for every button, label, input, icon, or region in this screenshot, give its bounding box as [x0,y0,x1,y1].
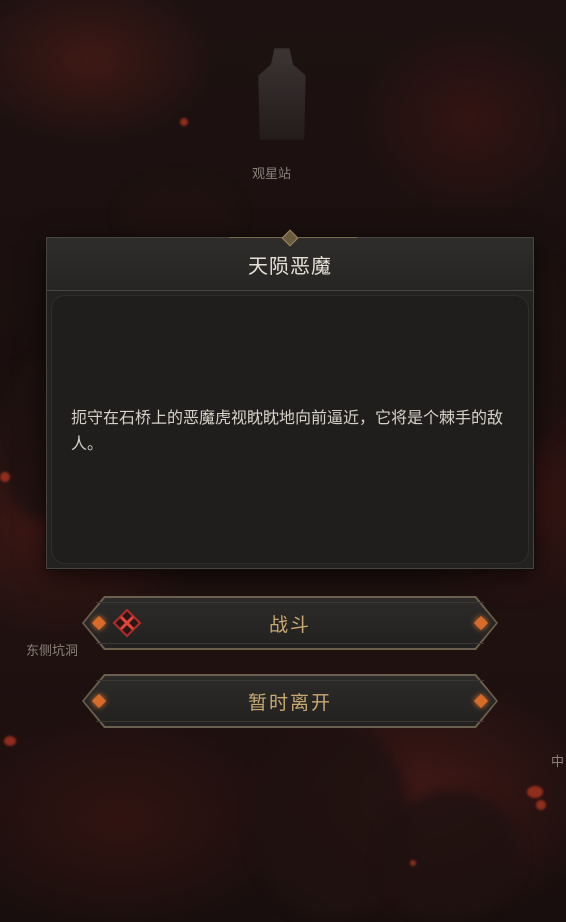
map-label-east-cave[interactable]: 东侧坑洞 [26,640,78,659]
header-ornament-line-left [229,237,289,238]
fight-button[interactable]: 战斗 [82,596,498,650]
header-ornament-line-right [297,237,357,238]
dialog-title: 天陨恶魔 [248,253,332,278]
fight-button-label: 战斗 [268,613,311,636]
leave-button[interactable]: 暂时离开 [82,674,498,728]
leave-button-label: 暂时离开 [247,691,332,714]
map-label-partial[interactable]: 中 [551,751,564,770]
dialog-header: 天陨恶魔 [47,229,533,291]
dialog-description: 扼守在石桥上的恶魔虎视眈眈地向前逼近，它将是个棘手的敌人。 [71,408,504,453]
event-dialog: 天陨恶魔 扼守在石桥上的恶魔虎视眈眈地向前逼近，它将是个棘手的敌人。 [46,229,534,569]
map-label-observatory[interactable]: 观星站 [252,163,291,182]
